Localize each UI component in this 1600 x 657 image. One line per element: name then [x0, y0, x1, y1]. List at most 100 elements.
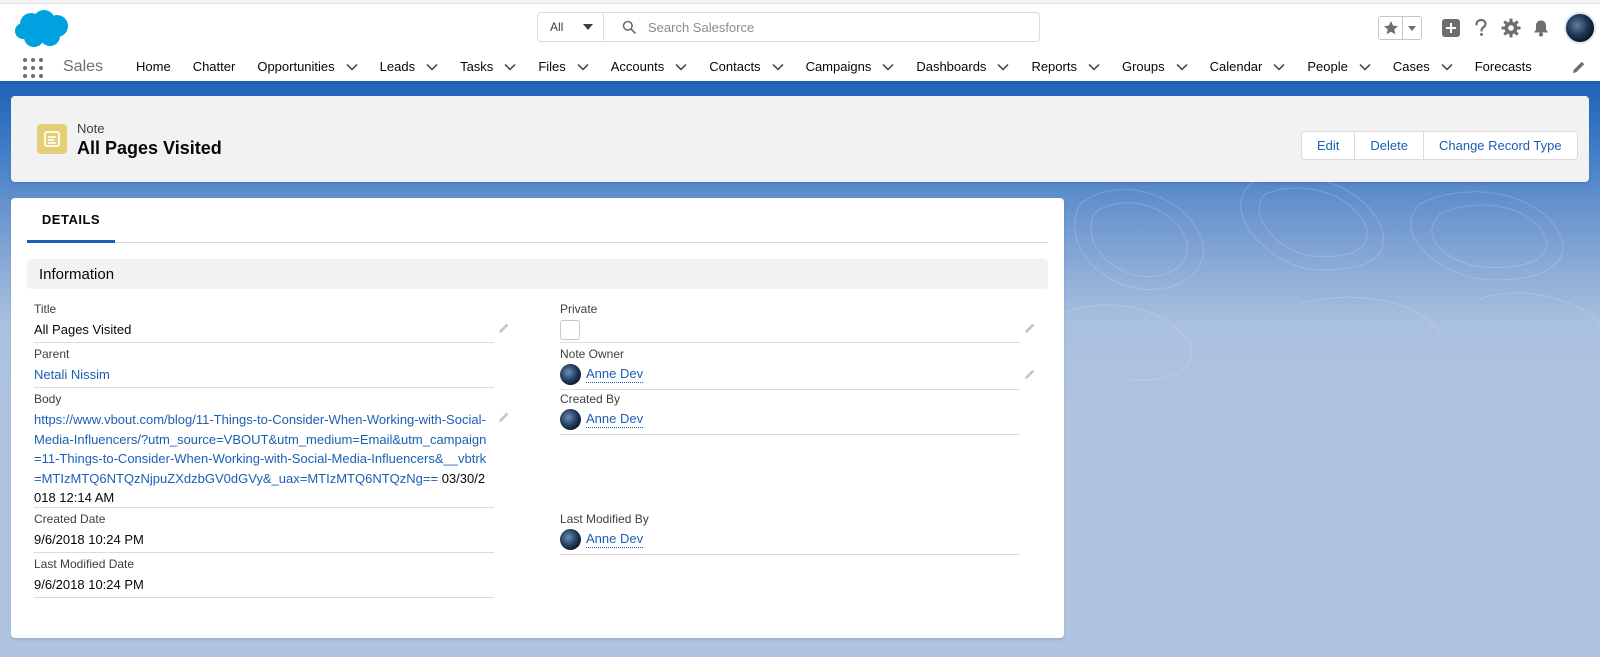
chevron-down-icon[interactable] — [675, 63, 687, 71]
field-label: Created Date — [34, 512, 106, 526]
chevron-down-icon[interactable] — [504, 63, 516, 71]
favorites-group — [1378, 16, 1422, 40]
add-icon — [1442, 19, 1460, 37]
last-modified-by-link[interactable]: Anne Dev — [586, 531, 644, 548]
search-input[interactable] — [648, 19, 1008, 35]
avatar — [560, 409, 581, 430]
favorites-menu-button[interactable] — [1403, 17, 1421, 39]
nav-item-campaigns[interactable]: Campaigns — [806, 52, 895, 81]
chevron-down-icon[interactable] — [1273, 63, 1285, 71]
record-header: Note All Pages Visited Edit Delete Chang… — [11, 96, 1589, 182]
chevron-down-icon[interactable] — [346, 63, 358, 71]
field-divider — [34, 387, 494, 388]
chevron-down-icon[interactable] — [772, 63, 784, 71]
field-divider — [34, 597, 494, 598]
nav-item-reports[interactable]: Reports — [1031, 52, 1100, 81]
nav-item-label: Tasks — [460, 59, 494, 74]
field-body: Body https://www.vbout.com/blog/11-Thing… — [34, 392, 504, 508]
nav-item-contacts[interactable]: Contacts — [709, 52, 784, 81]
user-avatar-button[interactable] — [1564, 12, 1596, 44]
created-by-link[interactable]: Anne Dev — [586, 411, 644, 428]
delete-button[interactable]: Delete — [1355, 131, 1424, 160]
header-icons — [1378, 12, 1596, 44]
app-launcher-icon[interactable] — [23, 58, 43, 78]
global-actions-button[interactable] — [1436, 13, 1466, 43]
nav-item-home[interactable]: Home — [136, 52, 171, 81]
global-header: All — [0, 4, 1600, 52]
search-scope-label: All — [550, 20, 564, 34]
nav-item-people[interactable]: People — [1307, 52, 1371, 81]
field-divider — [34, 552, 494, 553]
pencil-icon[interactable] — [498, 322, 510, 334]
field-label: Private — [560, 302, 598, 316]
change-record-type-button[interactable]: Change Record Type — [1423, 131, 1578, 160]
field-created-date: Created Date 9/6/2018 10:24 PM — [34, 512, 494, 549]
chevron-down-icon[interactable] — [426, 63, 438, 71]
help-button[interactable] — [1466, 13, 1496, 43]
bell-icon — [1534, 20, 1548, 37]
nav-item-tasks[interactable]: Tasks — [460, 52, 516, 81]
pencil-icon[interactable] — [1024, 322, 1036, 334]
chevron-down-icon[interactable] — [577, 63, 589, 71]
nav-item-leads[interactable]: Leads — [380, 52, 438, 81]
field-divider — [560, 342, 1020, 343]
nav-item-label: Accounts — [610, 59, 665, 74]
note-owner-link[interactable]: Anne Dev — [586, 366, 644, 383]
nav-item-label: Chatter — [192, 59, 236, 74]
avatar — [560, 529, 581, 550]
private-checkbox[interactable] — [560, 320, 580, 340]
nav-items: Home Chatter Opportunities Leads Tasks Files A… — [136, 52, 1532, 81]
field-divider — [34, 342, 494, 343]
field-title: Title All Pages Visited — [34, 302, 494, 339]
parent-link[interactable]: Netali Nissim — [34, 365, 494, 384]
field-last-modified-by: Last Modified By Anne Dev — [560, 512, 1020, 550]
chevron-down-icon[interactable] — [1441, 63, 1453, 71]
field-divider — [560, 554, 1020, 555]
body-link[interactable]: https://www.vbout.com/blog/11-Things-to-… — [34, 412, 486, 486]
nav-item-label: Calendar — [1209, 59, 1263, 74]
field-value: 9/6/2018 10:24 PM — [34, 577, 144, 592]
chevron-down-icon[interactable] — [1176, 63, 1188, 71]
owner-row: Anne Dev — [560, 529, 1020, 550]
app-nav-bar: Sales Home Chatter Opportunities Leads Tasks… — [0, 52, 1600, 84]
notifications-button[interactable] — [1526, 13, 1556, 43]
owner-row: Anne Dev — [560, 409, 1020, 430]
edit-nav-pencil-icon[interactable] — [1572, 60, 1586, 74]
field-label: Last Modified Date — [34, 557, 135, 571]
nav-item-groups[interactable]: Groups — [1122, 52, 1188, 81]
nav-item-dashboards[interactable]: Dashboards — [916, 52, 1009, 81]
nav-item-files[interactable]: Files — [538, 52, 589, 81]
help-icon — [1475, 18, 1487, 36]
edit-button[interactable]: Edit — [1301, 131, 1356, 160]
nav-item-label: Cases — [1392, 59, 1430, 74]
field-private: Private — [560, 302, 1020, 340]
chevron-down-icon[interactable] — [997, 63, 1009, 71]
nav-item-opportunities[interactable]: Opportunities — [257, 52, 358, 81]
body-value: https://www.vbout.com/blog/11-Things-to-… — [34, 410, 489, 508]
nav-item-chatter[interactable]: Chatter — [193, 52, 236, 81]
global-search: All — [537, 12, 1040, 42]
gear-icon — [1501, 18, 1521, 38]
field-label: Note Owner — [560, 347, 625, 361]
tab-bar: DETAILS — [27, 198, 1048, 243]
section-information-header[interactable]: Information — [27, 259, 1048, 289]
salesforce-logo[interactable] — [14, 9, 70, 49]
nav-item-forecasts[interactable]: Forecasts — [1475, 52, 1532, 81]
nav-item-label: Opportunities — [257, 59, 335, 74]
nav-item-calendar[interactable]: Calendar — [1210, 52, 1286, 81]
nav-item-accounts[interactable]: Accounts — [611, 52, 687, 81]
nav-item-label: Forecasts — [1474, 59, 1532, 74]
chevron-down-icon[interactable] — [1359, 63, 1371, 71]
chevron-down-icon[interactable] — [882, 63, 894, 71]
tab-details[interactable]: DETAILS — [27, 198, 115, 243]
pencil-icon[interactable] — [498, 411, 510, 423]
favorites-button[interactable] — [1379, 17, 1403, 39]
setup-button[interactable] — [1496, 13, 1526, 43]
nav-item-label: People — [1307, 59, 1348, 74]
nav-item-cases[interactable]: Cases — [1393, 52, 1453, 81]
search-scope-select[interactable]: All — [538, 13, 604, 41]
pencil-icon[interactable] — [1024, 368, 1036, 380]
record-type-label: Note — [77, 121, 105, 136]
nav-item-label: Campaigns — [805, 59, 872, 74]
chevron-down-icon[interactable] — [1088, 63, 1100, 71]
